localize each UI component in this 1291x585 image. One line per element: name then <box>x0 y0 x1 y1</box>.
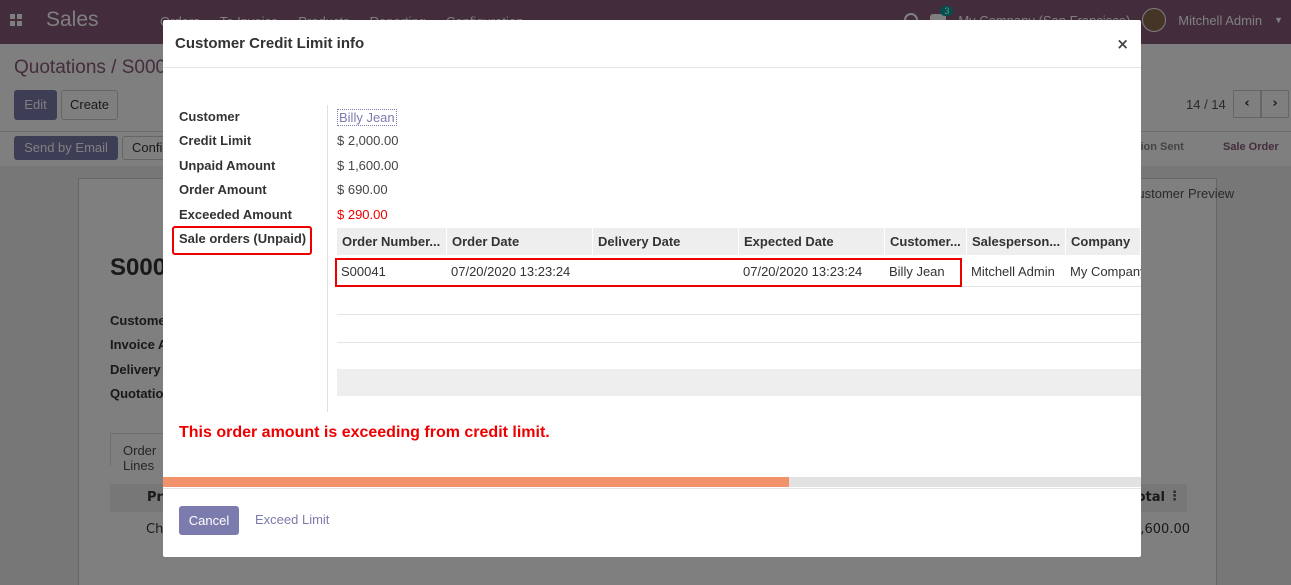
divider <box>327 105 328 412</box>
cancel-button[interactable]: Cancel <box>179 506 239 535</box>
close-icon[interactable]: × <box>1116 35 1129 53</box>
exceed-limit-button[interactable]: Exceed Limit <box>255 512 329 527</box>
credit-limit-value: $ 2,000.00 <box>337 133 399 148</box>
cell-company[interactable]: My Company <box>1066 264 1141 279</box>
column-customer[interactable]: Customer... <box>885 228 967 255</box>
credit-limit-dialog: Customer Credit Limit info × Customer Bi… <box>163 20 1141 557</box>
column-salesperson[interactable]: Salesperson... <box>967 228 1066 255</box>
unpaid-amount-label: Unpaid Amount <box>179 158 276 173</box>
exceeded-amount-label: Exceeded Amount <box>179 207 292 222</box>
customer-label: Customer <box>179 109 240 124</box>
column-company[interactable]: Company <box>1066 228 1141 255</box>
exceeded-amount-value: $ 290.00 <box>337 207 388 222</box>
credit-limit-warning: This order amount is exceeding from cred… <box>179 424 550 441</box>
dialog-header: Customer Credit Limit info × <box>163 20 1141 68</box>
customer-link[interactable]: Billy Jean <box>337 109 397 126</box>
column-order-number[interactable]: Order Number... <box>337 228 447 255</box>
table-row-divider <box>337 342 1141 343</box>
dialog-footer: Cancel Exceed Limit <box>163 488 1141 557</box>
column-order-date[interactable]: Order Date <box>447 228 593 255</box>
dialog-title: Customer Credit Limit info <box>175 35 365 52</box>
column-delivery-date[interactable]: Delivery Date <box>593 228 739 255</box>
credit-usage-bar <box>163 477 1141 487</box>
table-row-divider <box>337 314 1141 315</box>
cell-salesperson[interactable]: Mitchell Admin <box>967 264 1066 279</box>
unpaid-amount-value: $ 1,600.00 <box>337 158 399 173</box>
order-amount-value: $ 690.00 <box>337 182 388 197</box>
order-amount-label: Order Amount <box>179 182 267 197</box>
highlight-box-row <box>335 258 962 287</box>
highlight-box-label <box>172 226 312 255</box>
credit-limit-label: Credit Limit <box>179 133 252 148</box>
credit-usage-fill <box>163 477 789 487</box>
column-expected-date[interactable]: Expected Date <box>739 228 885 255</box>
table-footer <box>337 369 1141 396</box>
